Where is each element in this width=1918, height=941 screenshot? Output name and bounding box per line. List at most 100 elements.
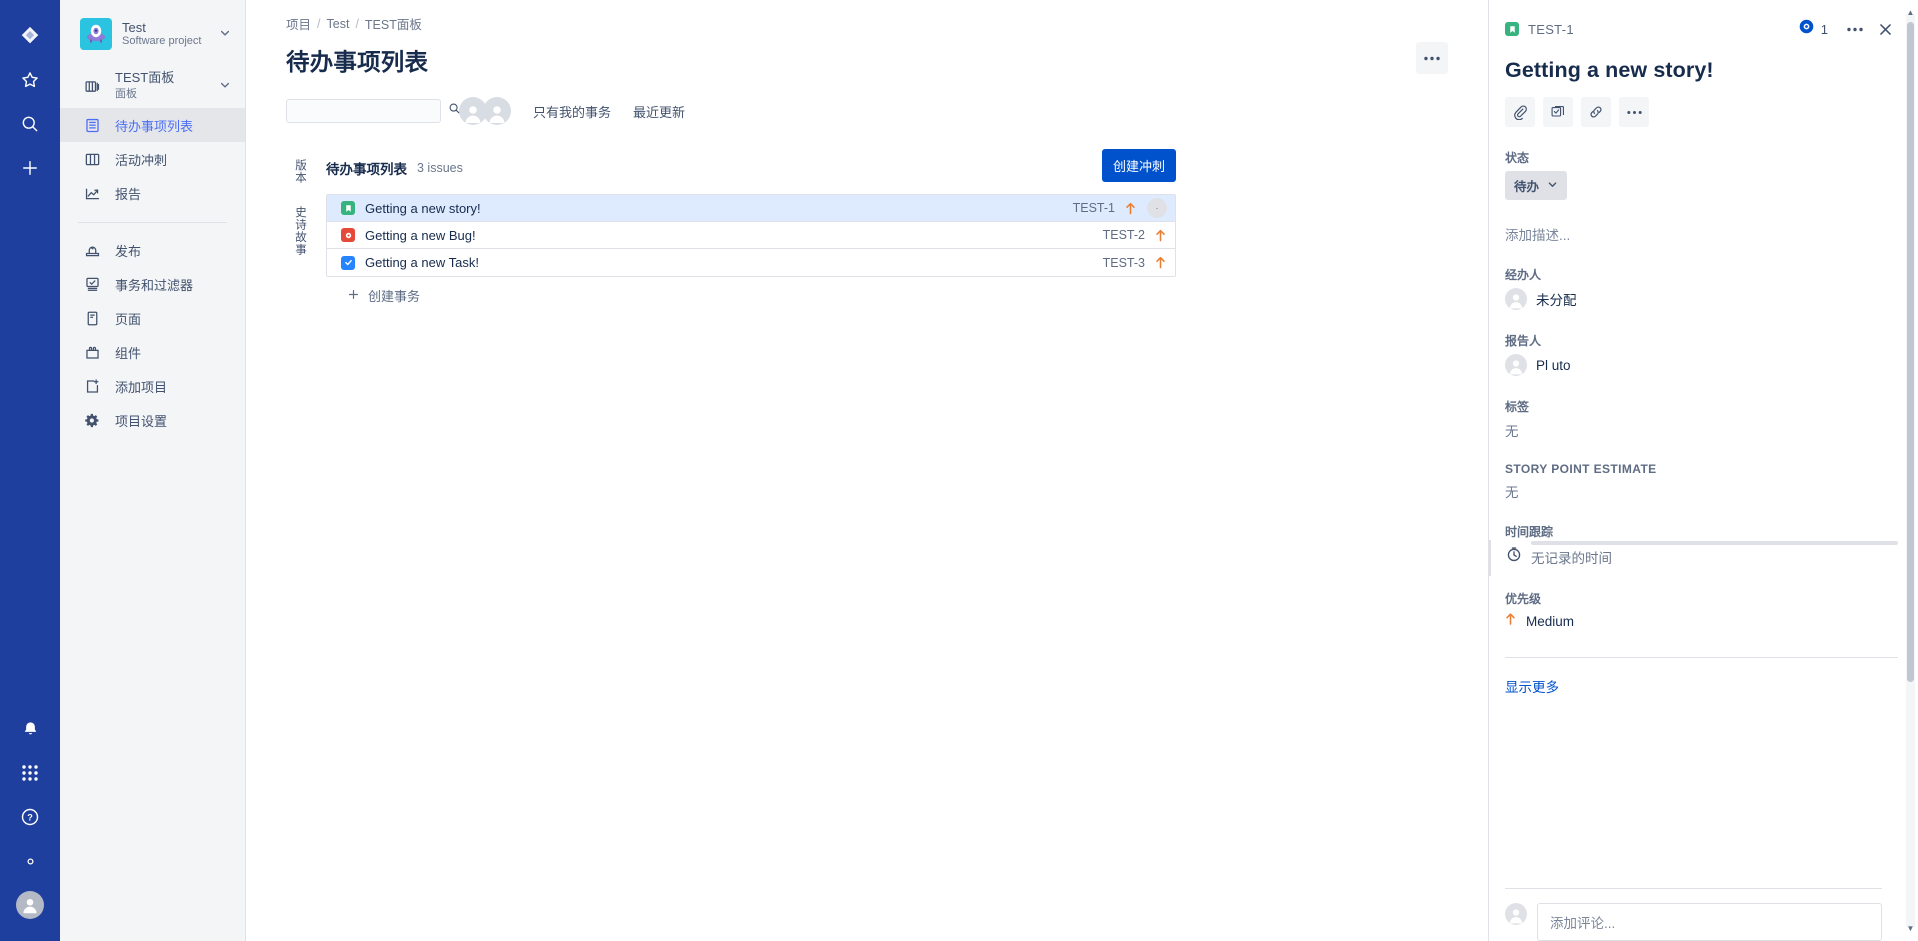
profile-avatar[interactable] [10, 885, 50, 925]
detail-issue-title[interactable]: Getting a new story! [1505, 58, 1898, 83]
clock-icon [1505, 545, 1523, 568]
story-points-value[interactable]: 无 [1505, 481, 1898, 501]
sidebar-item-project-settings[interactable]: 项目设置 [60, 403, 245, 437]
search-input[interactable] [293, 104, 448, 118]
sidebar-item-releases[interactable]: 发布 [60, 233, 245, 267]
project-settings-gear-icon [82, 412, 102, 429]
status-badge[interactable]: 待办 [1505, 171, 1568, 200]
scrollbar-thumb[interactable] [1907, 22, 1914, 682]
detail-scrollbar[interactable]: ▲ ▼ [1906, 8, 1915, 933]
comment-input[interactable]: 添加评论... [1537, 903, 1882, 941]
board-subtitle: 面板 [115, 88, 137, 100]
detail-divider [1505, 657, 1898, 658]
create-sprint-button[interactable]: 创建冲刺 [1101, 149, 1176, 182]
row-assignee-avatar[interactable]: · [1147, 198, 1167, 218]
priority-medium-icon [1153, 229, 1167, 242]
watch-toggle[interactable]: 1 [1798, 18, 1828, 40]
sidebar-item-label: 发布 [115, 243, 142, 259]
time-tracking-field-label: 时间跟踪 [1505, 525, 1554, 539]
backlog-icon [82, 117, 102, 134]
sidebar-board-selector[interactable]: TEST面板 面板 [60, 64, 245, 108]
breadcrumb-projects[interactable]: 项目 [286, 14, 311, 33]
page-actions-more-button[interactable] [1416, 42, 1448, 74]
apps-grid-icon[interactable] [10, 753, 50, 793]
svg-text:?: ? [27, 813, 33, 823]
breadcrumb-project[interactable]: Test [327, 17, 350, 31]
sidebar-item-active-sprint[interactable]: 活动冲刺 [60, 142, 245, 176]
labels-value[interactable]: 无 [1505, 420, 1898, 440]
reporter-value-row[interactable]: Pl uto [1505, 354, 1898, 376]
filter-only-my-issues[interactable]: 只有我的事务 [533, 102, 611, 121]
scroll-down-arrow-icon[interactable]: ▼ [1906, 924, 1915, 933]
table-row[interactable]: Getting a new story! TEST-1 · [327, 195, 1175, 222]
show-more-link[interactable]: 显示更多 [1505, 676, 1898, 696]
table-row[interactable]: Getting a new Bug! TEST-2 [327, 222, 1175, 249]
labels-field-label: 标签 [1505, 400, 1530, 414]
board-text: TEST面板 面板 [115, 70, 206, 101]
table-row[interactable]: Getting a new Task! TEST-3 [327, 249, 1175, 276]
board-title: TEST面板 [115, 70, 175, 86]
sidebar-item-issues-filters[interactable]: 事务和过滤器 [60, 267, 245, 301]
create-issue-button[interactable]: 创建事务 [326, 277, 1176, 305]
time-tracking-row[interactable]: 无记录的时间 [1505, 541, 1898, 568]
breadcrumb-separator: / [355, 16, 359, 31]
attach-icon[interactable] [1505, 97, 1535, 127]
chevron-down-icon[interactable] [219, 27, 235, 42]
description-field[interactable]: 添加描述... [1505, 224, 1898, 244]
detail-issue-key[interactable]: TEST-1 [1528, 22, 1574, 37]
sidebar-item-add-item[interactable]: 添加项目 [60, 369, 245, 403]
comment-composer: 添加评论... [1505, 888, 1882, 941]
epics-panel-toggle[interactable]: 史诗故事 [292, 206, 308, 256]
breadcrumb-board[interactable]: TEST面板 [365, 14, 422, 33]
settings-icon[interactable] [10, 841, 50, 881]
sidebar-item-backlog[interactable]: 待办事项列表 [60, 108, 245, 142]
issue-summary: Getting a new Task! [365, 255, 479, 270]
versions-panel-toggle[interactable]: 版本 [292, 159, 308, 184]
sidebar-item-label: 添加项目 [115, 379, 168, 395]
sidebar-item-label: 待办事项列表 [115, 118, 194, 134]
project-meta: Test Software project [122, 20, 209, 49]
detail-actions: 1 [1798, 16, 1898, 42]
issue-summary: Getting a new Bug! [365, 227, 476, 243]
board-stack-icon [82, 78, 102, 95]
search-icon[interactable] [10, 104, 50, 144]
time-tracking-bar [1531, 541, 1898, 545]
sidebar-item-pages[interactable]: 页面 [60, 301, 245, 335]
avatar[interactable] [483, 97, 511, 125]
issues-filters-icon [82, 276, 102, 293]
task-type-icon [341, 255, 355, 270]
avatar [1505, 903, 1527, 925]
starred-icon[interactable] [10, 60, 50, 100]
side-panels: 版本 史诗故事 [292, 153, 326, 305]
create-icon[interactable] [10, 148, 50, 188]
detail-more-button[interactable] [1842, 16, 1868, 42]
backlog-title: 待办事项列表 [326, 162, 407, 177]
child-issue-icon[interactable] [1543, 97, 1573, 127]
assignee-value-row[interactable]: 未分配 [1505, 288, 1898, 310]
sidebar-divider [78, 222, 227, 223]
chevron-down-icon[interactable] [219, 79, 235, 94]
filter-recently-updated[interactable]: 最近更新 [633, 102, 685, 121]
detail-more-actions-icon[interactable] [1619, 97, 1649, 127]
help-icon[interactable]: ? [10, 797, 50, 837]
content-header: 项目 / Test / TEST面板 待办事项列表 只有我的事务 最近更新 版本… [246, 0, 1488, 305]
scroll-up-arrow-icon[interactable]: ▲ [1906, 8, 1915, 17]
link-icon[interactable] [1581, 97, 1611, 127]
status-field-label: 状态 [1505, 151, 1530, 165]
notifications-icon[interactable] [10, 709, 50, 749]
priority-value-row[interactable]: Medium [1505, 612, 1898, 631]
search-box[interactable] [286, 99, 460, 123]
app-root: ? Test Software project TEST面板 面板 待办事项列表… [0, 0, 1918, 941]
jira-logo-icon[interactable] [10, 16, 50, 56]
sidebar-item-reports[interactable]: 报告 [60, 176, 245, 210]
avatar-group[interactable] [459, 97, 511, 125]
story-points-field-label: STORY POINT ESTIMATE [1505, 462, 1657, 476]
issue-key: TEST-3 [1102, 255, 1145, 270]
panel-resize-handle[interactable] [1489, 540, 1491, 576]
project-header[interactable]: Test Software project [60, 10, 245, 64]
close-icon[interactable] [1872, 16, 1898, 42]
sidebar-item-components[interactable]: 组件 [60, 335, 245, 369]
avatar [1505, 354, 1527, 376]
sidebar-item-label: 活动冲刺 [115, 152, 168, 168]
issue-list: Getting a new story! TEST-1 · Getting a … [326, 194, 1176, 277]
